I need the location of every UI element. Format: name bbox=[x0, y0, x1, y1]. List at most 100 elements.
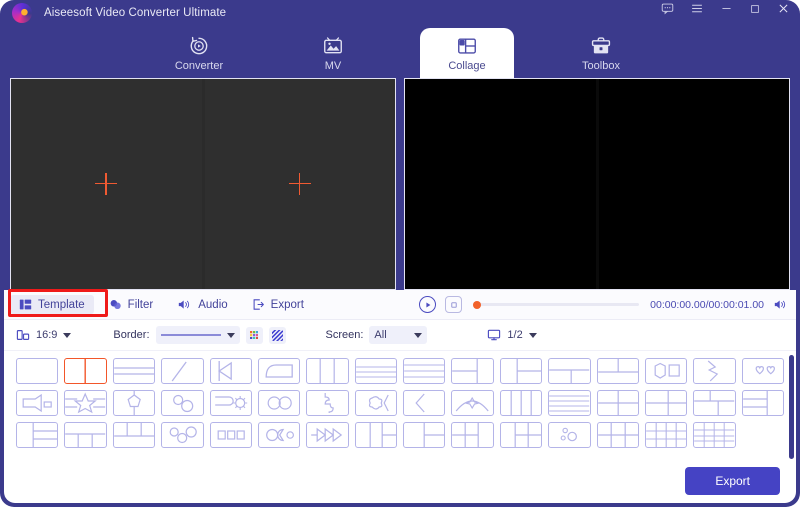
template-left-split-right[interactable] bbox=[451, 358, 494, 384]
template-puzzle-split[interactable] bbox=[306, 390, 349, 416]
template-megaphone[interactable] bbox=[16, 390, 59, 416]
toolbar-item-template-label: Template bbox=[38, 298, 85, 311]
template-diagonal-split[interactable] bbox=[161, 358, 204, 384]
maximize-icon[interactable] bbox=[749, 3, 761, 15]
template-quad-right-big[interactable] bbox=[451, 422, 494, 448]
template-quad[interactable] bbox=[596, 390, 639, 416]
progress-slider[interactable] bbox=[473, 300, 640, 309]
template-triple-arrow[interactable] bbox=[306, 422, 349, 448]
template-bubbles[interactable] bbox=[548, 422, 591, 448]
toolbar-item-filter[interactable]: Filter bbox=[100, 295, 163, 314]
chevron-down-icon[interactable] bbox=[414, 332, 423, 338]
preview-player-canvas[interactable] bbox=[404, 78, 790, 290]
template-left-right-split-rows[interactable] bbox=[16, 422, 59, 448]
template-two-rows-left-big-right[interactable] bbox=[741, 390, 784, 416]
page-control[interactable]: 1/2 bbox=[487, 328, 537, 342]
template-left-big-quad[interactable] bbox=[499, 422, 543, 448]
template-three-circles[interactable] bbox=[161, 422, 204, 448]
template-circle-pac-circle[interactable] bbox=[257, 422, 301, 448]
tab-toolbox[interactable]: Toolbox bbox=[554, 28, 648, 78]
screen-value: All bbox=[374, 329, 387, 341]
template-single[interactable] bbox=[16, 358, 59, 384]
template-five-rows[interactable] bbox=[548, 390, 591, 416]
template-left-rows-right[interactable] bbox=[354, 422, 397, 448]
template-two-horizontal-offset[interactable] bbox=[112, 358, 156, 384]
template-top-wide-three-bottom[interactable] bbox=[64, 422, 107, 448]
stop-button[interactable] bbox=[445, 296, 462, 313]
plus-icon[interactable] bbox=[95, 173, 118, 195]
screen-label: Screen: bbox=[325, 329, 364, 341]
minimize-icon[interactable] bbox=[720, 2, 733, 15]
collage-cell-1[interactable] bbox=[11, 79, 202, 289]
template-nine-mixed-grid[interactable] bbox=[693, 422, 736, 448]
volume-icon[interactable] bbox=[773, 298, 788, 311]
template-flag-gear[interactable] bbox=[209, 390, 252, 416]
template-top-two-bottom-wide[interactable] bbox=[693, 390, 736, 416]
toolbar-item-audio[interactable]: Audio bbox=[168, 295, 236, 314]
template-star-band[interactable] bbox=[64, 390, 107, 416]
filter-icon bbox=[109, 298, 122, 311]
template-three-top-wide-bottom[interactable] bbox=[112, 422, 156, 448]
plus-icon[interactable] bbox=[288, 173, 311, 195]
chevron-down-icon[interactable] bbox=[226, 332, 235, 338]
bottom-panel: Template Filter Audio Export 00:00:00.00… bbox=[4, 290, 796, 503]
template-four-columns[interactable] bbox=[499, 390, 543, 416]
template-bottom-top-split[interactable] bbox=[596, 358, 639, 384]
template-two-circles-small[interactable] bbox=[161, 390, 204, 416]
color-picker-icon[interactable] bbox=[245, 326, 263, 344]
screen-control: Screen: All bbox=[326, 326, 428, 344]
progress-knob[interactable] bbox=[473, 300, 481, 309]
play-button[interactable] bbox=[419, 296, 436, 313]
scrollbar-thumb[interactable] bbox=[789, 355, 794, 459]
template-rounded-inset[interactable] bbox=[257, 358, 301, 384]
feedback-icon[interactable] bbox=[661, 2, 674, 15]
template-three-vertical[interactable] bbox=[306, 358, 349, 384]
collage-editor-canvas[interactable] bbox=[10, 78, 396, 290]
template-six-grid[interactable] bbox=[596, 422, 639, 448]
app-title: Aiseesoft Video Converter Ultimate bbox=[44, 7, 227, 19]
preview-cell-2 bbox=[598, 79, 789, 289]
export-button[interactable]: Export bbox=[685, 467, 780, 495]
template-zigzag-split[interactable] bbox=[693, 358, 736, 384]
template-hex-square[interactable] bbox=[644, 358, 688, 384]
template-split-half-rows[interactable] bbox=[403, 422, 446, 448]
toolbar-item-export[interactable]: Export bbox=[243, 295, 313, 314]
export-icon bbox=[252, 298, 265, 311]
preview-area bbox=[0, 78, 800, 290]
tab-mv[interactable]: MV bbox=[286, 28, 380, 78]
chevron-down-icon[interactable] bbox=[528, 332, 537, 338]
template-arrow-notch[interactable] bbox=[209, 358, 252, 384]
template-top-bottom-split[interactable] bbox=[548, 358, 591, 384]
pattern-icon[interactable] bbox=[268, 326, 286, 344]
tab-collage[interactable]: Collage bbox=[420, 28, 514, 78]
template-dome-star[interactable] bbox=[451, 390, 494, 416]
menu-icon[interactable] bbox=[690, 2, 704, 15]
collage-cell-2[interactable] bbox=[204, 79, 395, 289]
close-icon[interactable] bbox=[777, 2, 790, 15]
templates-scrollbar[interactable] bbox=[789, 355, 794, 459]
border-style-dropdown[interactable] bbox=[155, 326, 240, 344]
template-right-split-left[interactable] bbox=[499, 358, 543, 384]
template-three-squares[interactable] bbox=[209, 422, 252, 448]
main-nav-tabs: Converter MV Collage Toolbox bbox=[0, 26, 800, 78]
template-flower-bracket[interactable] bbox=[354, 390, 397, 416]
aspect-ratio-icon bbox=[16, 328, 30, 342]
template-double-circle[interactable] bbox=[257, 390, 301, 416]
template-bracket-left[interactable] bbox=[403, 390, 446, 416]
templates-grid bbox=[4, 351, 796, 448]
aspect-ratio-control[interactable]: 16:9 bbox=[16, 328, 72, 342]
template-three-horizontal[interactable] bbox=[354, 358, 397, 384]
template-two-hearts[interactable] bbox=[741, 358, 784, 384]
tab-toolbox-label: Toolbox bbox=[582, 59, 620, 72]
template-pentagon-center[interactable] bbox=[112, 390, 156, 416]
template-two-vertical[interactable] bbox=[64, 358, 107, 384]
template-four-horizontal[interactable] bbox=[403, 358, 446, 384]
template-left-big-two-right[interactable] bbox=[644, 390, 688, 416]
template-icon bbox=[19, 298, 32, 311]
template-eight-grid[interactable] bbox=[644, 422, 688, 448]
toolbar-item-template[interactable]: Template bbox=[10, 295, 94, 314]
title-bar: Aiseesoft Video Converter Ultimate bbox=[0, 0, 800, 26]
screen-dropdown[interactable]: All bbox=[369, 326, 428, 344]
chevron-down-icon[interactable] bbox=[63, 332, 72, 338]
tab-converter[interactable]: Converter bbox=[152, 28, 246, 78]
